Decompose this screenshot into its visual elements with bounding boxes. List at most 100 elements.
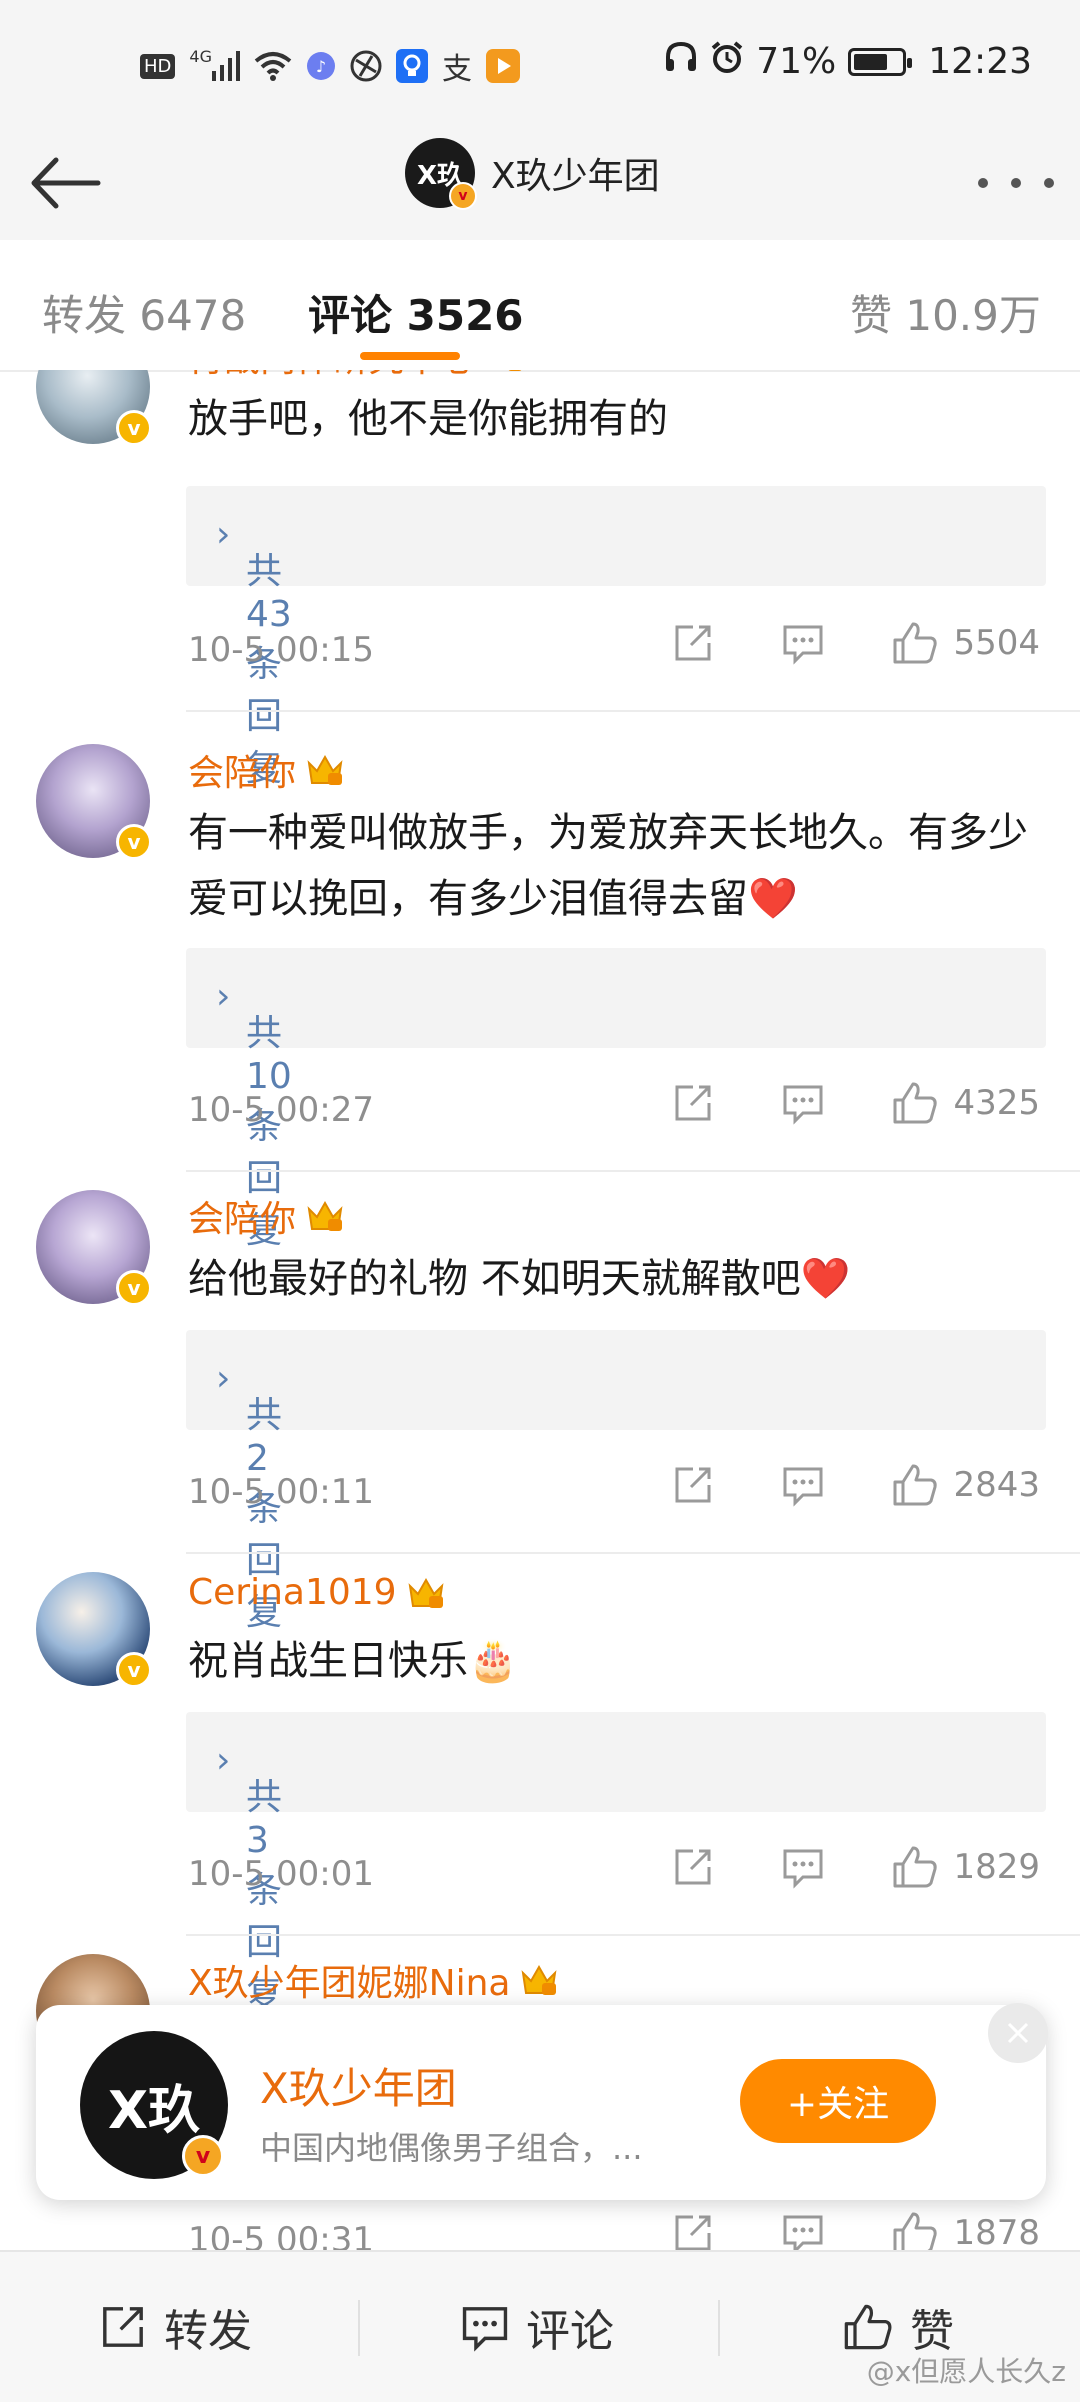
vip-crown-icon	[307, 754, 343, 785]
comment-timestamp: 10-5 00:31	[188, 2220, 374, 2250]
divider	[186, 710, 1080, 712]
divider	[186, 1934, 1080, 1936]
divider	[718, 2300, 720, 2356]
chevron-right-icon: ›	[216, 1740, 231, 1781]
share-edit-icon	[675, 2215, 711, 2250]
tab-bar: 转发 6478 评论 3526 赞 10.9万	[0, 240, 1080, 372]
view-replies-button[interactable]: 共2条回复 ›	[186, 1330, 1046, 1633]
comment-tab-button[interactable]: 评论	[460, 2252, 614, 2402]
like-button[interactable]: 4325	[891, 1080, 1040, 1126]
battery-icon	[848, 47, 913, 76]
comment-username[interactable]: 会陪你	[188, 1190, 344, 1242]
repost-tab-button[interactable]: 转发	[98, 2252, 252, 2402]
share-edit-icon	[103, 2307, 143, 2347]
svg-text:♪: ♪	[316, 57, 326, 76]
repost-button[interactable]	[671, 1845, 715, 1889]
like-count: 4325	[953, 1083, 1040, 1123]
comment-text: 放手吧，他不是你能拥有的	[188, 396, 668, 442]
thumbs-up-icon	[893, 1846, 938, 1888]
username-text: Cerina1019	[188, 1572, 397, 1613]
account-avatar-logo: X玖	[107, 2080, 201, 2141]
account-name[interactable]: X玖少年团	[260, 2055, 457, 2116]
tab-reposts[interactable]: 转发 6478	[42, 282, 246, 343]
browser-icon	[350, 50, 382, 82]
follow-card[interactable]: X玖 v X玖少年团 中国内地偶像男子组合，... +关注	[36, 2003, 1048, 2200]
verified-badge-icon: v	[116, 824, 152, 860]
like-count: 5504	[953, 623, 1040, 663]
comment-text: 祝肖战生日快乐🎂	[188, 1638, 518, 1684]
thumbs-up-icon	[893, 622, 938, 664]
page-title: X玖少年团	[491, 156, 660, 197]
like-button[interactable]: 1829	[891, 1844, 1040, 1890]
dot-icon	[1044, 178, 1054, 188]
repost-button[interactable]	[671, 621, 715, 665]
thumbs-up-icon	[893, 1464, 938, 1506]
account-avatar[interactable]: X玖 v	[80, 2031, 228, 2179]
alarm-icon	[710, 40, 744, 83]
like-button[interactable]: 1878	[891, 2210, 1040, 2250]
reply-button[interactable]	[781, 621, 825, 665]
status-icons-left: HD 4G ♪ 支	[140, 44, 520, 88]
comment-actions: 4325	[671, 1080, 1040, 1126]
comment-timestamp: 10-5 00:27	[188, 1090, 374, 1130]
comment-icon	[783, 1085, 823, 1125]
comment-icon	[783, 2215, 823, 2250]
tab-comments[interactable]: 评论 3526	[308, 282, 524, 343]
reply-button[interactable]	[781, 1845, 825, 1889]
more-options-button[interactable]	[978, 158, 1054, 208]
avatar[interactable]: v	[36, 1572, 152, 1688]
avatar[interactable]: v	[36, 744, 152, 860]
username-text: 会陪你	[188, 753, 297, 794]
view-replies-button[interactable]: 共10条回复 ›	[186, 948, 1046, 1251]
clock: 12:23	[928, 41, 1032, 82]
avatar[interactable]: v	[36, 1190, 152, 1306]
status-bar: HD 4G ♪ 支 71% 12:23	[0, 0, 1080, 130]
alipay-icon: 支	[441, 52, 472, 87]
comment-list[interactable]: v 肖战肉体研究中心 放手吧，他不是你能拥有的 共43条回复 › 10-5 00…	[0, 370, 1080, 2250]
chevron-right-icon: ›	[216, 976, 231, 1017]
comment-username[interactable]: 会陪你	[188, 744, 344, 796]
view-replies-button[interactable]: 共43条回复 ›	[186, 486, 1046, 789]
vip-crown-icon	[508, 370, 522, 371]
nav-bar: X玖 v X玖少年团	[0, 130, 1080, 240]
reply-button[interactable]	[781, 1463, 825, 1507]
reply-button[interactable]	[781, 2211, 825, 2250]
username-text: X玖少年团妮娜Nina	[188, 1963, 511, 2004]
share-edit-icon	[675, 625, 711, 661]
repost-button[interactable]	[671, 1463, 715, 1507]
repost-button[interactable]	[671, 1081, 715, 1125]
follow-button[interactable]: +关注	[740, 2059, 936, 2143]
comment-text: 给他最好的礼物 不如明天就解散吧❤️	[188, 1256, 851, 1302]
verified-badge-icon: v	[116, 1652, 152, 1688]
avatar[interactable]: v	[36, 370, 152, 446]
nav-account[interactable]: X玖 v X玖少年团	[405, 138, 660, 210]
chevron-right-icon: ›	[216, 1358, 231, 1399]
comment-icon	[783, 625, 823, 665]
comment-username[interactable]: X玖少年团妮娜Nina	[188, 1954, 558, 2006]
close-icon	[1007, 2022, 1029, 2044]
comment-username[interactable]: Cerina1019	[188, 1572, 445, 1613]
verified-badge-icon: v	[116, 410, 152, 446]
dot-icon	[1011, 178, 1021, 188]
repost-button[interactable]	[671, 2211, 715, 2250]
chevron-right-icon: ›	[216, 514, 231, 555]
account-description: 中国内地偶像男子组合，...	[260, 2129, 643, 2167]
comment-icon	[783, 1849, 823, 1889]
reply-button[interactable]	[781, 1081, 825, 1125]
view-replies-button[interactable]: 共3条回复 ›	[186, 1712, 1046, 2015]
comment-actions: 1878	[671, 2210, 1040, 2250]
thumbs-up-icon	[893, 2212, 938, 2250]
back-button[interactable]	[26, 148, 106, 218]
tab-likes[interactable]: 赞 10.9万	[850, 282, 1041, 343]
nav-avatar[interactable]: X玖 v	[405, 138, 477, 210]
verified-badge-icon: v	[182, 2135, 224, 2177]
close-card-button[interactable]	[988, 2003, 1048, 2063]
like-count: 1878	[953, 2213, 1040, 2250]
divider	[186, 1170, 1080, 1172]
thumbs-up-icon	[844, 2304, 892, 2350]
comment-username[interactable]: 肖战肉体研究中心	[188, 370, 524, 382]
watermark: @x但愿人长久z	[866, 2355, 1066, 2388]
like-button[interactable]: 2843	[891, 1462, 1040, 1508]
share-edit-icon	[675, 1467, 711, 1503]
like-button[interactable]: 5504	[891, 620, 1040, 666]
